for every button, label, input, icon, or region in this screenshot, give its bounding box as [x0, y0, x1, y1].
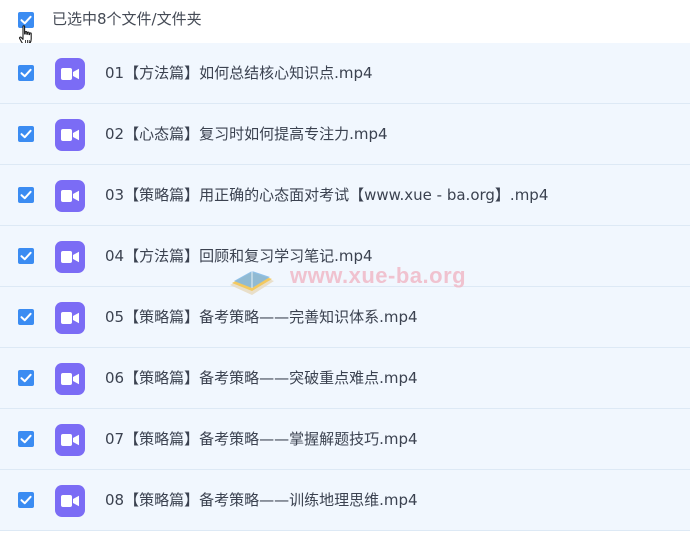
file-row[interactable]: 01【方法篇】如何总结核心知识点.mp4	[0, 43, 690, 104]
file-name[interactable]: 05【策略篇】备考策略——完善知识体系.mp4	[105, 307, 418, 327]
checkmark-icon	[20, 251, 32, 261]
file-row[interactable]: 05【策略篇】备考策略——完善知识体系.mp4	[0, 287, 690, 348]
video-file-icon	[55, 180, 85, 212]
video-file-icon	[55, 363, 85, 395]
file-name[interactable]: 08【策略篇】备考策略——训练地理思维.mp4	[105, 490, 418, 510]
video-file-icon	[55, 119, 85, 151]
camera-icon	[61, 495, 79, 507]
file-checkbox[interactable]	[18, 187, 34, 203]
checkmark-icon	[20, 373, 32, 383]
file-checkbox[interactable]	[18, 370, 34, 386]
checkmark-icon	[20, 129, 32, 139]
selection-header: 已选中8个文件/文件夹	[0, 0, 690, 46]
file-checkbox[interactable]	[18, 431, 34, 447]
checkmark-icon	[20, 190, 32, 200]
camera-icon	[61, 251, 79, 263]
camera-icon	[61, 129, 79, 141]
file-name[interactable]: 07【策略篇】备考策略——掌握解题技巧.mp4	[105, 429, 418, 449]
checkmark-icon	[20, 495, 32, 505]
camera-icon	[61, 373, 79, 385]
camera-icon	[61, 68, 79, 80]
file-row[interactable]: 03【策略篇】用正确的心态面对考试【www.xue - ba.org】.mp4	[0, 165, 690, 226]
file-name[interactable]: 03【策略篇】用正确的心态面对考试【www.xue - ba.org】.mp4	[105, 185, 548, 205]
video-file-icon	[55, 302, 85, 334]
file-checkbox[interactable]	[18, 126, 34, 142]
file-row[interactable]: 07【策略篇】备考策略——掌握解题技巧.mp4	[0, 409, 690, 470]
file-row[interactable]: 06【策略篇】备考策略——突破重点难点.mp4	[0, 348, 690, 409]
video-file-icon	[55, 58, 85, 90]
file-checkbox[interactable]	[18, 65, 34, 81]
camera-icon	[61, 434, 79, 446]
file-name[interactable]: 02【心态篇】复习时如何提高专注力.mp4	[105, 124, 388, 144]
checkmark-icon	[20, 68, 32, 78]
checkmark-icon	[20, 312, 32, 322]
file-checkbox[interactable]	[18, 492, 34, 508]
checkmark-icon	[20, 434, 32, 444]
video-file-icon	[55, 241, 85, 273]
file-name[interactable]: 01【方法篇】如何总结核心知识点.mp4	[105, 63, 373, 83]
video-file-icon	[55, 424, 85, 456]
camera-icon	[61, 312, 79, 324]
file-checkbox[interactable]	[18, 248, 34, 264]
file-list-panel: 已选中8个文件/文件夹 01【方法篇】如何总结核心知识点.mp4 02【心态篇】复…	[0, 0, 690, 551]
video-file-icon	[55, 485, 85, 517]
file-row[interactable]: 02【心态篇】复习时如何提高专注力.mp4	[0, 104, 690, 165]
file-list: 01【方法篇】如何总结核心知识点.mp4 02【心态篇】复习时如何提高专注力.mp…	[0, 43, 690, 531]
file-row[interactable]: 04【方法篇】回顾和复习学习笔记.mp4	[0, 226, 690, 287]
file-checkbox[interactable]	[18, 309, 34, 325]
camera-icon	[61, 190, 79, 202]
file-row[interactable]: 08【策略篇】备考策略——训练地理思维.mp4	[0, 470, 690, 531]
selection-count-label: 已选中8个文件/文件夹	[52, 10, 202, 28]
file-name[interactable]: 06【策略篇】备考策略——突破重点难点.mp4	[105, 368, 418, 388]
file-name[interactable]: 04【方法篇】回顾和复习学习笔记.mp4	[105, 246, 373, 266]
